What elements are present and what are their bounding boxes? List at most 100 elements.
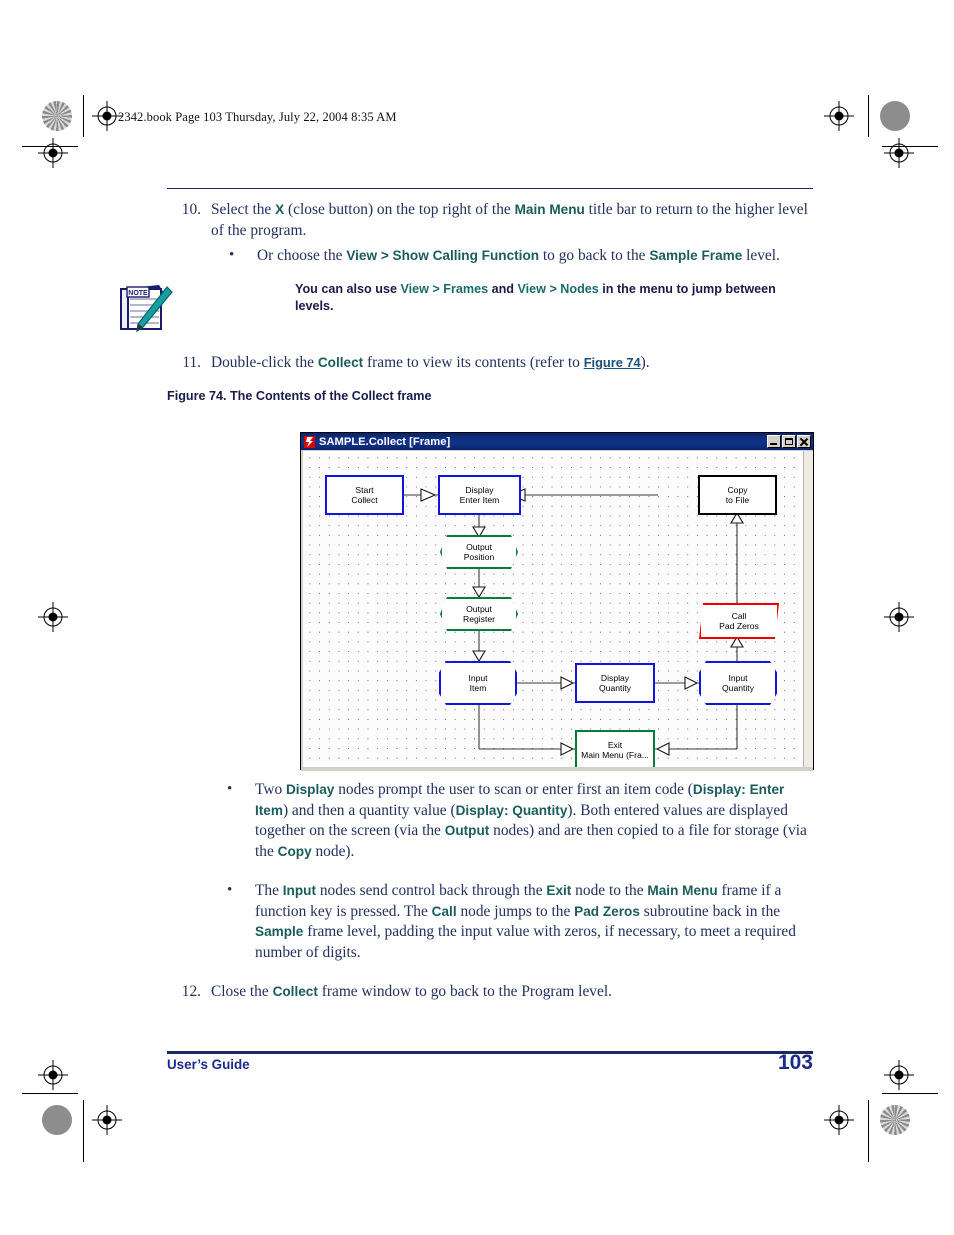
node-exit-main-menu[interactable]: Exit Main Menu (Fra... [575, 730, 655, 767]
keyword-exit: Exit [546, 883, 572, 898]
registration-mark-top-right [824, 101, 854, 131]
bullet-display-nodes-text: Two Display nodes prompt the user to sca… [255, 781, 807, 860]
registration-mark-lower-left [38, 1060, 68, 1090]
registration-mark-upper-right [884, 138, 914, 168]
registration-mark-lower-right [884, 1060, 914, 1090]
footer-rule [167, 1051, 813, 1054]
frame-canvas-wrapper: Start Collect Display Enter Item Copy to… [301, 450, 813, 771]
step-10-text: Select the X (close button) on the top r… [211, 201, 808, 239]
registration-mark-bottom-right [824, 1105, 854, 1135]
node-input-item-line2: Item [469, 683, 487, 693]
keyword-view-frames: View > Frames [400, 281, 489, 296]
bullet-input-nodes-text: The Input nodes send control back throug… [255, 882, 796, 961]
node-display-enter-item-line2: Enter Item [459, 495, 500, 505]
node-output-register-line2: Register [463, 614, 495, 624]
frame-diagram-canvas[interactable]: Start Collect Display Enter Item Copy to… [303, 451, 804, 767]
node-call-pad-zeros-label: Call Pad Zeros [699, 603, 779, 639]
step-10-number: 10. [181, 201, 201, 218]
footer-page-number: 103 [777, 1051, 813, 1074]
page-content: 10. Select the X (close button) on the t… [120, 200, 813, 408]
node-output-register-label: Output Register [440, 597, 518, 631]
post-figure-content: • Two Display nodes prompt the user to s… [167, 780, 813, 1005]
keyword-main-menu: Main Menu [514, 202, 585, 217]
halftone-circle-top-left [42, 101, 72, 131]
step-12: 12. Close the Collect frame window to go… [167, 982, 813, 1003]
node-output-register-line1: Output [466, 603, 492, 614]
footer-guide-label: User’s Guide [167, 1057, 250, 1072]
keyword-main-menu-2: Main Menu [647, 883, 718, 898]
step-10-sub-bullet: • Or choose the View > Show Calling Func… [167, 246, 813, 267]
crop-line-top-left-vert [83, 95, 84, 137]
header-rule [167, 188, 813, 189]
step-10-sub-bullet-text: Or choose the View > Show Calling Functi… [257, 247, 780, 264]
node-output-position-line2: Position [463, 552, 495, 562]
node-call-pad-zeros[interactable]: Call Pad Zeros [699, 603, 779, 639]
registration-mark-mid-right [884, 602, 914, 632]
halftone-circle-bottom-right [880, 1105, 910, 1135]
node-output-register[interactable]: Output Register [440, 597, 518, 631]
node-display-quantity[interactable]: Display Quantity [575, 663, 655, 703]
horizontal-scrollbar[interactable] [302, 768, 804, 771]
node-copy-to-file-line1: Copy [727, 484, 748, 495]
keyword-sample-frame: Sample Frame [649, 248, 743, 263]
node-start-collect[interactable]: Start Collect [325, 475, 404, 515]
bullet-input-nodes: • The Input nodes send control back thro… [167, 881, 813, 963]
keyword-view-show-calling-function: View > Show Calling Function [346, 248, 540, 263]
node-start-collect-line1: Start [355, 484, 374, 495]
node-output-position[interactable]: Output Position [440, 535, 518, 569]
keyword-view-nodes: View > Nodes [517, 281, 599, 296]
node-input-quantity[interactable]: Input Quantity [699, 661, 777, 705]
registration-mark-bottom-left [92, 1105, 122, 1135]
book-header-stamp: 2342.book Page 103 Thursday, July 22, 20… [118, 110, 397, 124]
keyword-close-button: X [275, 202, 285, 217]
window-titlebar[interactable]: SAMPLE.Collect [Frame] [301, 433, 813, 450]
node-input-quantity-label: Input Quantity [699, 661, 777, 705]
step-12-text: Close the Collect frame window to go bac… [211, 983, 612, 1000]
keyword-pad-zeros: Pad Zeros [574, 903, 640, 919]
figure-74-link[interactable]: Figure 74 [584, 355, 641, 370]
node-input-item-label: Input Item [439, 661, 517, 705]
bullet-marker-2: • [227, 882, 233, 898]
window-controls [767, 435, 811, 448]
gray-circle-bottom-left [42, 1105, 72, 1135]
bullet-display-nodes: • Two Display nodes prompt the user to s… [167, 780, 813, 862]
step-11: 11. Double-click the Collect frame to vi… [167, 353, 813, 374]
note-text: You can also use View > Frames and View … [295, 281, 776, 314]
svg-text:NOTE: NOTE [128, 290, 148, 297]
crop-line-bottom-right-vert [868, 1100, 869, 1162]
figure-caption: Figure 74. The Contents of the Collect f… [167, 389, 432, 403]
note-pad-pencil-icon: NOTE [120, 284, 173, 332]
keyword-collect-2: Collect [272, 984, 318, 999]
node-input-item[interactable]: Input Item [439, 661, 517, 705]
crop-line-bottom-left-vert [83, 1100, 84, 1162]
registration-mark-mid-left [38, 602, 68, 632]
maximize-button[interactable] [782, 435, 796, 448]
node-call-pad-zeros-line1: Call [731, 610, 747, 621]
crop-line-top-right-vert [868, 95, 869, 137]
step-10: 10. Select the X (close button) on the t… [167, 200, 813, 241]
vertical-scrollbar[interactable] [803, 451, 813, 767]
node-copy-to-file[interactable]: Copy to File [698, 475, 777, 515]
note-block: NOTE You can also use View > Frames and … [120, 281, 813, 339]
node-input-quantity-line2: Quantity [721, 683, 754, 693]
registration-mark-upper-left [38, 138, 68, 168]
minimize-button[interactable] [767, 435, 781, 448]
node-input-quantity-line1: Input [728, 672, 748, 683]
window-title: SAMPLE.Collect [Frame] [319, 435, 451, 448]
red-flag-app-icon [304, 435, 315, 448]
gray-circle-top-right [880, 101, 910, 131]
node-display-quantity-line1: Display [600, 672, 630, 683]
node-exit-main-menu-line2: Main Menu (Fra... [581, 750, 649, 760]
node-copy-to-file-line2: to File [725, 495, 750, 505]
node-call-pad-zeros-line2: Pad Zeros [719, 621, 759, 631]
crop-line-lower-right-horz [882, 1093, 938, 1094]
node-display-quantity-line2: Quantity [598, 683, 631, 693]
step-12-number: 12. [181, 983, 201, 1000]
close-button[interactable] [797, 435, 811, 448]
crop-line-lower-left-horz [22, 1093, 78, 1094]
node-input-item-line1: Input [468, 672, 488, 683]
node-display-enter-item[interactable]: Display Enter Item [438, 475, 521, 515]
node-start-collect-line2: Collect [351, 495, 378, 505]
node-exit-main-menu-line1: Exit [607, 739, 623, 750]
keyword-copy: Copy [277, 843, 312, 859]
